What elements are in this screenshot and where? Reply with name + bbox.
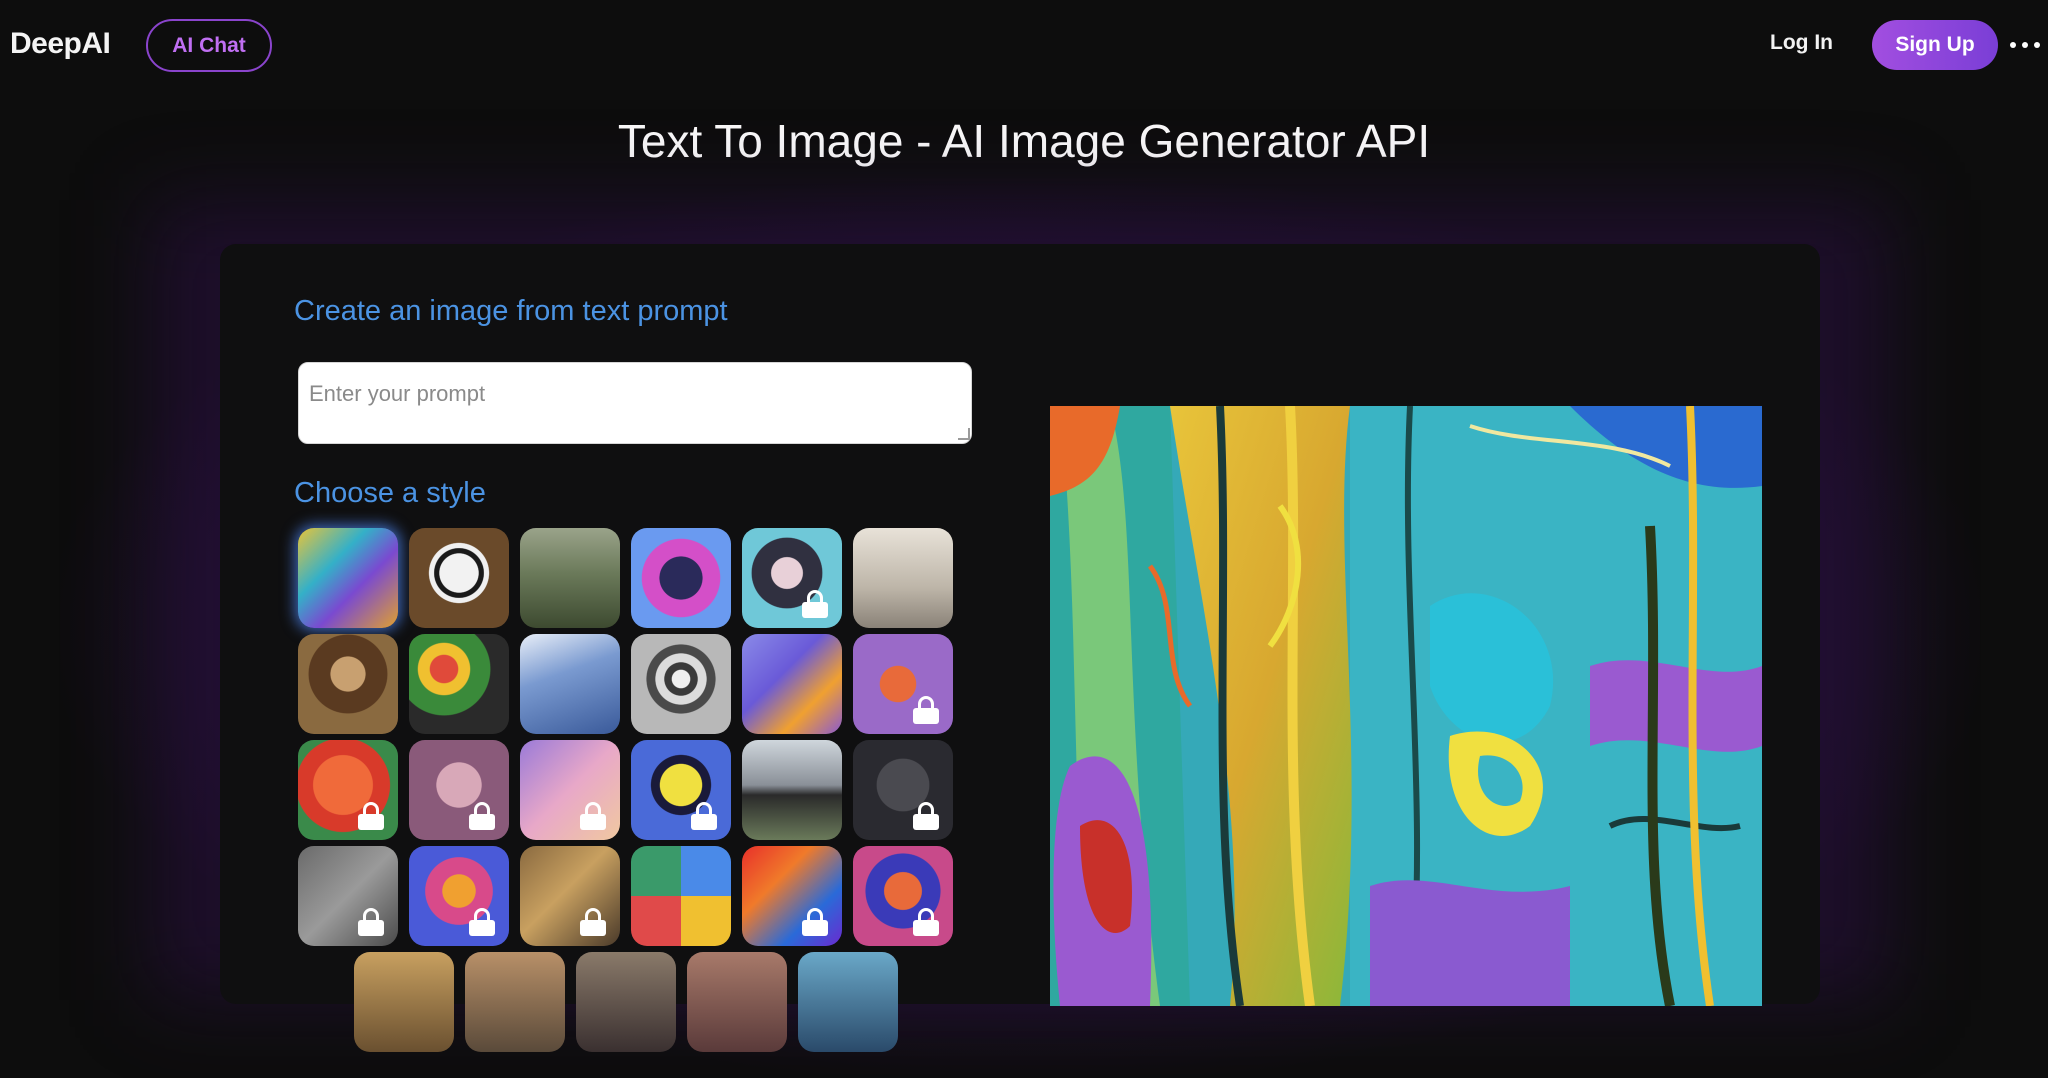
style-tile-rainbow-figure[interactable] <box>409 846 509 946</box>
log-in-link[interactable]: Log In <box>1770 31 1833 55</box>
style-tile-3d-spiral[interactable] <box>631 634 731 734</box>
lock-icon <box>913 908 939 936</box>
lock-icon <box>580 908 606 936</box>
textarea-resize-handle[interactable] <box>958 428 970 440</box>
lock-icon <box>469 802 495 830</box>
abstract-painting-image <box>1050 406 1762 1006</box>
style-tile-vintage-sketch[interactable] <box>853 528 953 628</box>
style-tile-forest-landscape[interactable] <box>520 528 620 628</box>
style-tile-mosaic-portrait[interactable] <box>853 846 953 946</box>
style-section-label: Choose a style <box>294 477 486 509</box>
style-tile-icon-grid[interactable] <box>631 846 731 946</box>
style-tile-row5-3[interactable] <box>576 952 676 1052</box>
generated-image-preview[interactable] <box>1050 406 1762 1006</box>
style-tile-anime-portrait[interactable] <box>742 528 842 628</box>
lock-icon <box>358 802 384 830</box>
style-tile-row5-4[interactable] <box>687 952 787 1052</box>
page-title: Text To Image - AI Image Generator API <box>617 115 1431 167</box>
lock-icon <box>802 908 828 936</box>
style-tile-oil-painting[interactable] <box>520 846 620 946</box>
more-horizontal-icon[interactable] <box>2010 30 2040 60</box>
style-tile-pop-art[interactable] <box>631 740 731 840</box>
style-tile-modern-architecture[interactable] <box>742 740 842 840</box>
style-tile-statue-portrait[interactable] <box>409 740 509 840</box>
style-tile-origami-fox[interactable] <box>853 634 953 734</box>
style-tile-row5-1[interactable] <box>354 952 454 1052</box>
lock-icon <box>691 802 717 830</box>
style-tile-pastel-dream[interactable] <box>520 740 620 840</box>
deepai-logo[interactable]: DeepAI <box>10 27 111 61</box>
style-tile-flower-still-life[interactable] <box>409 634 509 734</box>
style-tile-row5-2[interactable] <box>465 952 565 1052</box>
style-tile-panda[interactable] <box>409 528 509 628</box>
lock-icon <box>469 908 495 936</box>
prompt-section-label: Create an image from text prompt <box>294 295 728 327</box>
style-tile-renaissance-portrait[interactable] <box>298 634 398 734</box>
lock-icon <box>913 802 939 830</box>
style-tile-abstract-painting[interactable] <box>298 528 398 628</box>
style-tile-neon-face[interactable] <box>298 740 398 840</box>
style-tile-swirl-colors[interactable] <box>742 846 842 946</box>
lock-icon <box>802 590 828 618</box>
style-tile-row5-5[interactable] <box>798 952 898 1052</box>
ai-chat-button[interactable]: AI Chat <box>146 19 272 72</box>
style-tile-isometric-computer[interactable] <box>742 634 842 734</box>
style-tile-dark-abstract[interactable] <box>853 740 953 840</box>
lock-icon <box>580 802 606 830</box>
lock-icon <box>913 696 939 724</box>
top-navigation-bar: DeepAI AI Chat Log In Sign Up <box>0 0 2048 92</box>
prompt-input[interactable] <box>298 362 972 444</box>
lock-icon <box>358 908 384 936</box>
style-tile-ballet-dancers[interactable] <box>520 634 620 734</box>
sign-up-button[interactable]: Sign Up <box>1872 20 1998 70</box>
style-tile-gray-texture[interactable] <box>298 846 398 946</box>
style-tile-robot-face[interactable] <box>631 528 731 628</box>
